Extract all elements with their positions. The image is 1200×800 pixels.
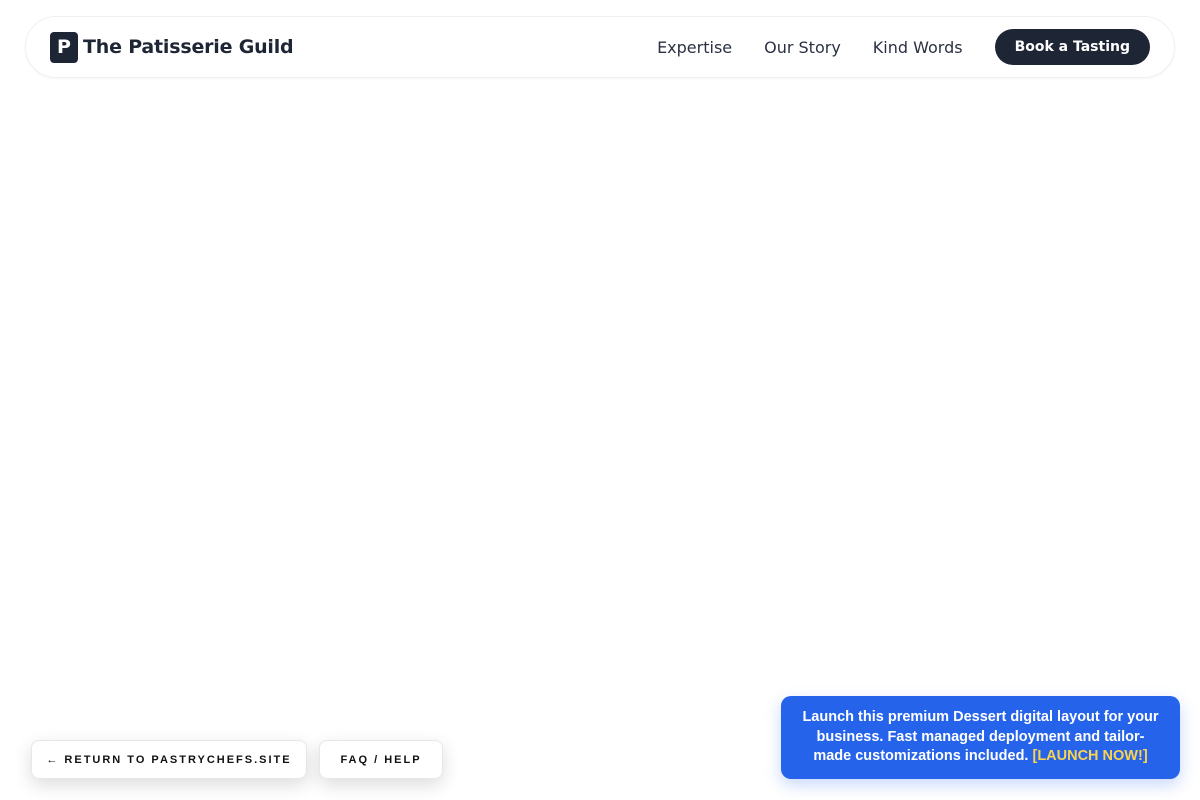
logo-mark-icon: P: [50, 31, 78, 63]
page: P The Patisserie Guild Expertise Our Sto…: [0, 0, 1200, 800]
promo-message: Launch this premium Dessert digital layo…: [801, 708, 1160, 767]
brand-name: The Patisserie Guild: [83, 36, 294, 58]
return-to-site-button[interactable]: ← RETURN TO PASTRYCHEFS.SITE: [31, 740, 307, 779]
book-tasting-button[interactable]: Book a Tasting: [994, 29, 1150, 65]
nav-link-kind-words[interactable]: Kind Words: [873, 38, 963, 57]
main-nav: Expertise Our Story Kind Words Book a Ta…: [657, 29, 1150, 65]
nav-link-our-story[interactable]: Our Story: [764, 38, 841, 57]
faq-help-button[interactable]: FAQ / HELP: [319, 740, 443, 779]
nav-link-expertise[interactable]: Expertise: [657, 38, 732, 57]
launch-now-link[interactable]: [LAUNCH NOW!]: [1032, 748, 1147, 764]
promo-banner: Launch this premium Dessert digital layo…: [781, 696, 1180, 779]
top-navbar: P The Patisserie Guild Expertise Our Sto…: [25, 16, 1175, 78]
brand-logo-link[interactable]: P The Patisserie Guild: [50, 31, 294, 63]
